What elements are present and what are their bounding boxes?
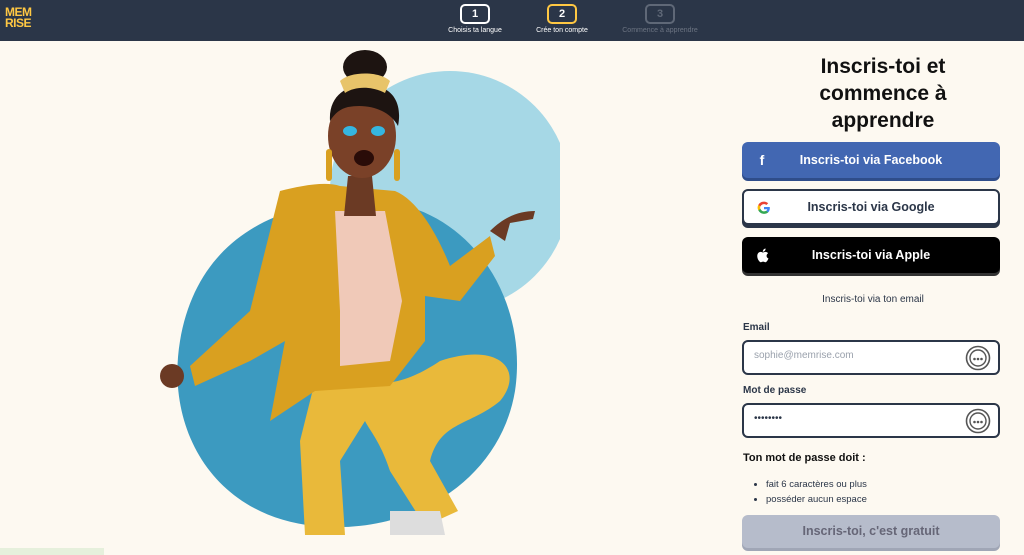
step-2[interactable]: 2 Crée ton compte xyxy=(522,4,602,34)
step-number: 2 xyxy=(547,4,577,24)
step-label: Crée ton compte xyxy=(536,27,588,34)
hero-illustration xyxy=(160,50,560,535)
google-icon xyxy=(744,199,784,215)
title-line-1: Inscris-toi et xyxy=(820,55,946,78)
google-signup-button[interactable]: Inscris-toi via Google xyxy=(742,189,1000,225)
password-manager-icon[interactable] xyxy=(965,345,991,371)
facebook-signup-button[interactable]: f Inscris-toi via Facebook xyxy=(742,142,1000,178)
email-field[interactable] xyxy=(742,340,1000,375)
status-strip xyxy=(0,548,104,555)
email-label: Email xyxy=(743,322,770,333)
memrise-logo[interactable]: MEM RISE xyxy=(5,6,32,30)
password-label: Mot de passe xyxy=(743,385,807,396)
apple-signup-button[interactable]: Inscris-toi via Apple xyxy=(742,237,1000,273)
step-number: 3 xyxy=(645,4,675,24)
top-bar: MEM RISE 1 Choisis ta langue 2 Crée ton … xyxy=(0,0,1024,41)
step-number: 1 xyxy=(460,4,490,24)
password-manager-icon[interactable] xyxy=(965,408,991,434)
submit-button[interactable]: Inscris-toi, c'est gratuit xyxy=(742,515,1000,548)
logo-line-2: RISE xyxy=(5,16,32,30)
password-rule: posséder aucun espace xyxy=(766,492,867,507)
facebook-icon: f xyxy=(759,152,765,168)
step-label: Choisis ta langue xyxy=(448,27,502,34)
step-label: Commence à apprendre xyxy=(622,27,698,34)
password-rule: fait 6 caractères ou plus xyxy=(766,477,867,492)
password-field[interactable] xyxy=(742,403,1000,438)
title-line-2: commence à xyxy=(819,82,947,105)
email-divider-text: Inscris-toi via ton email xyxy=(822,294,924,305)
apple-button-label: Inscris-toi via Apple xyxy=(811,248,931,262)
email-input[interactable] xyxy=(754,350,954,361)
google-button-label: Inscris-toi via Google xyxy=(807,200,935,214)
password-input[interactable] xyxy=(754,413,954,424)
apple-icon xyxy=(742,247,782,264)
facebook-button-label: Inscris-toi via Facebook xyxy=(799,153,943,167)
step-1[interactable]: 1 Choisis ta langue xyxy=(435,4,515,34)
title-line-3: apprendre xyxy=(831,109,935,132)
password-rules-title: Ton mot de passe doit : xyxy=(743,452,866,464)
page-title: Inscris-toi et commence à apprendre xyxy=(742,53,1024,134)
step-3: 3 Commence à apprendre xyxy=(620,4,700,34)
password-rules-list: fait 6 caractères ou plus posséder aucun… xyxy=(754,477,867,507)
